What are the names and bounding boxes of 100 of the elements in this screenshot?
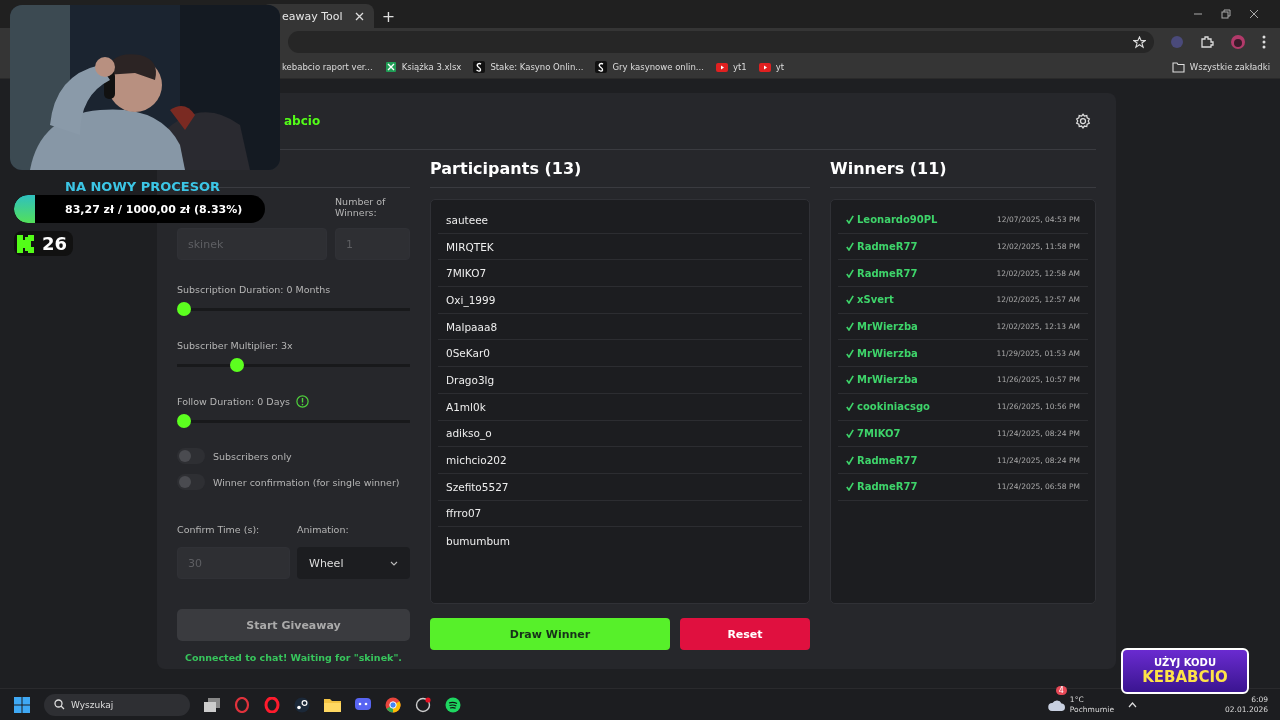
toggle-label: Winner confirmation (for single winner) xyxy=(213,476,400,488)
participant-name[interactable]: 0SeKar0 xyxy=(438,340,802,368)
winner-name: 7MIKO7 xyxy=(857,427,901,439)
app-title: abcio xyxy=(284,114,321,128)
cloud-icon xyxy=(1047,698,1066,711)
participant-name[interactable]: MIRQTEK xyxy=(438,233,802,261)
toggle-label: Subscribers only xyxy=(213,450,292,462)
window-icon[interactable] xyxy=(204,697,220,712)
status-message: Connected to chat! Waiting for "skinek". xyxy=(184,652,403,663)
chevron-icon[interactable] xyxy=(1128,701,1138,708)
field-label: Animation: xyxy=(297,524,350,535)
spreadsheet-icon xyxy=(384,61,397,73)
check-icon xyxy=(846,482,854,492)
folder-icon[interactable] xyxy=(324,697,341,712)
participant-name[interactable]: Malpaaa8 xyxy=(438,313,802,341)
slider-label: Subscriber Multiplier: 3x xyxy=(177,339,293,351)
bookmark[interactable]: Gry kasynowe onlin... xyxy=(595,61,704,73)
notification-badge: 4 xyxy=(1055,685,1067,695)
winner-name: RadmeR77 xyxy=(857,267,918,279)
s-logo-icon xyxy=(595,61,608,73)
bookmark[interactable]: Książka 3.xlsx xyxy=(384,61,462,73)
check-icon xyxy=(846,215,854,225)
steam-icon[interactable] xyxy=(294,696,310,713)
draw-winner-button[interactable]: Draw Winner xyxy=(430,618,670,650)
check-icon xyxy=(846,348,854,358)
start-giveaway-button[interactable]: Start Giveaway xyxy=(177,609,410,641)
windows-logo-icon[interactable] xyxy=(14,696,30,713)
participant-name[interactable]: 7MIKO7 xyxy=(438,260,802,288)
promo-text: UŻYJ KODU xyxy=(1153,656,1216,668)
bookmark[interactable]: Stake: Kasyno Onlin... xyxy=(473,61,584,73)
viewer-count: 26 xyxy=(42,233,68,254)
slider-thumb[interactable] xyxy=(229,358,244,372)
participant-name[interactable]: bumumbum xyxy=(438,527,802,554)
winner-name: RadmeR77 xyxy=(857,241,918,253)
slider-label: Follow Duration: 0 Days xyxy=(177,395,291,407)
search-icon xyxy=(54,699,65,710)
info-icon[interactable] xyxy=(296,394,310,408)
check-icon xyxy=(846,242,854,252)
slider-thumb[interactable] xyxy=(177,414,191,428)
ring-icon[interactable] xyxy=(234,696,250,713)
menu-icon[interactable] xyxy=(1262,35,1266,49)
goal-title: NA NOWY PROCESOR xyxy=(65,179,222,194)
settings-icon[interactable] xyxy=(1074,112,1092,130)
animation-select[interactable]: Wheel xyxy=(297,547,410,579)
chevron-icon xyxy=(390,560,398,566)
play-icon xyxy=(758,62,771,72)
reset-button[interactable]: Reset xyxy=(680,618,810,650)
restore-icon[interactable] xyxy=(1221,9,1231,19)
folder-icon xyxy=(1171,61,1185,73)
check-icon xyxy=(846,322,854,332)
participant-name[interactable]: ffrro07 xyxy=(438,500,802,528)
participant-name[interactable]: Oxi_1999 xyxy=(438,287,802,314)
puzzle-icon[interactable] xyxy=(1200,35,1214,49)
section-title: Winners (11) xyxy=(830,159,947,178)
winner-name: RadmeR77 xyxy=(857,481,918,493)
star-icon[interactable] xyxy=(1133,35,1146,49)
field-label: Confirm Time (s): xyxy=(177,524,261,535)
new-tab-button[interactable]: + xyxy=(373,4,404,28)
winner-name: MrWierzba xyxy=(857,347,918,359)
ring-icon[interactable] xyxy=(264,696,280,713)
participant-name[interactable]: Szefito5527 xyxy=(438,473,802,501)
s-logo-icon xyxy=(473,61,486,73)
promo-code: KEBABCIO xyxy=(1142,667,1228,686)
check-icon xyxy=(846,402,854,412)
close-icon[interactable] xyxy=(1249,9,1259,19)
check-icon xyxy=(846,268,854,278)
check-icon xyxy=(846,295,854,305)
goal-amount: 83,27 zł / 1000,00 zł (8.33%) xyxy=(65,202,243,216)
chat-icon[interactable] xyxy=(355,697,371,712)
winner-name: cookiniacsgo xyxy=(857,401,930,413)
winner-name: Leonardo90PL xyxy=(857,214,938,226)
play-icon xyxy=(715,62,728,72)
bookmark[interactable]: kebabcio raport ver... xyxy=(282,62,373,72)
slider-label: Subscription Duration: 0 Months xyxy=(177,283,331,295)
toggle-switch[interactable] xyxy=(177,474,205,490)
participant-name[interactable]: michcio202 xyxy=(438,447,802,474)
bookmark[interactable]: yt xyxy=(758,62,785,72)
winner-name: MrWierzba xyxy=(857,374,918,386)
toggle-switch[interactable] xyxy=(177,448,205,464)
music-icon[interactable] xyxy=(445,696,461,713)
participant-name[interactable]: adikso_o xyxy=(438,420,802,448)
check-icon xyxy=(846,375,854,385)
participant-name[interactable]: Drago3lg xyxy=(438,367,802,394)
k-logo-icon xyxy=(16,233,36,254)
avatar-icon[interactable] xyxy=(1230,34,1246,50)
slider-thumb[interactable] xyxy=(177,302,191,316)
check-icon xyxy=(846,428,854,438)
taskbar-search[interactable]: Wyszukaj xyxy=(44,693,190,716)
participant-name[interactable]: A1ml0k xyxy=(438,393,802,421)
participant-name[interactable]: sauteee xyxy=(438,207,802,234)
winner-name: MrWierzba xyxy=(857,321,918,333)
browser-icon[interactable] xyxy=(385,696,401,713)
circle-icon[interactable] xyxy=(415,696,431,713)
section-title: Participants (13) xyxy=(430,159,582,178)
bookmark[interactable]: yt1 xyxy=(715,62,747,72)
bookmark-folder[interactable]: Wszystkie zakładki xyxy=(1171,61,1270,73)
winner-name: RadmeR77 xyxy=(857,454,918,466)
field-label: Number of Winners: xyxy=(335,196,387,218)
check-icon xyxy=(846,455,854,465)
winner-name: xSvert xyxy=(857,294,894,306)
